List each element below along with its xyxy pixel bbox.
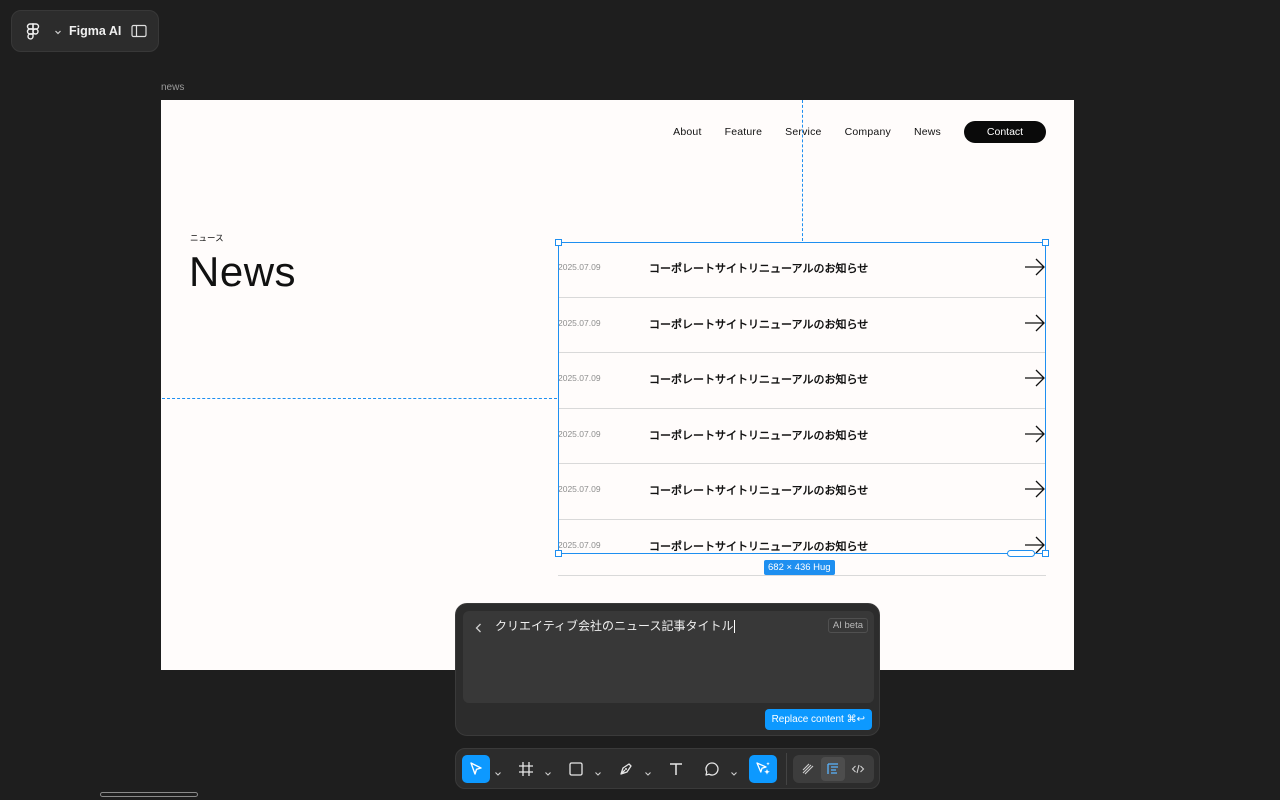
shape-tool-button[interactable]	[562, 755, 590, 783]
spacing-guide-vertical	[802, 100, 803, 241]
ai-sparkle-cursor-icon	[756, 762, 770, 775]
contact-button[interactable]: Contact	[964, 121, 1046, 143]
chevron-down-icon[interactable]	[54, 25, 64, 37]
selection-size-badge: 682 × 436 Hug	[764, 560, 835, 575]
spacing-guide-horizontal	[162, 398, 557, 399]
design-mode-button[interactable]	[821, 757, 845, 781]
toolbar-divider	[786, 753, 787, 785]
resize-handle-top-right[interactable]	[1042, 239, 1049, 246]
chevron-down-icon[interactable]	[644, 765, 652, 776]
text-cursor	[734, 620, 736, 634]
draw-pencil-icon	[802, 763, 814, 775]
app-menu-pill: Figma AI	[11, 10, 159, 52]
frame-label[interactable]: news	[161, 82, 184, 93]
dev-mode-button[interactable]	[846, 757, 870, 781]
chevron-down-icon[interactable]	[544, 765, 552, 776]
ai-prompt-panel: クリエイティブ会社のニュース記事タイトル AI beta Replace con…	[455, 603, 880, 736]
figma-editor: Figma AI news About Feature Service Comp…	[0, 0, 1280, 800]
text-tool-button[interactable]	[662, 755, 690, 783]
chevron-down-icon[interactable]	[594, 765, 602, 776]
resize-handle-bottom-right[interactable]	[1042, 550, 1049, 557]
draw-mode-button[interactable]	[796, 757, 820, 781]
ai-actions-button[interactable]	[749, 755, 777, 783]
move-tool-button[interactable]	[462, 755, 490, 783]
code-brackets-icon	[851, 764, 865, 774]
nav-link-news[interactable]: News	[914, 126, 941, 138]
frame-hash-icon	[519, 762, 533, 776]
bottom-toolbar	[455, 748, 880, 789]
frame-tool-button[interactable]	[512, 755, 540, 783]
site-nav: About Feature Service Company News Conta…	[673, 121, 1046, 143]
ai-prompt-text: クリエイティブ会社のニュース記事タイトル	[495, 619, 734, 633]
nav-link-about[interactable]: About	[673, 126, 701, 138]
pen-nib-icon	[620, 763, 632, 775]
horizontal-scrollbar[interactable]	[100, 792, 198, 797]
ai-prompt-text-row: クリエイティブ会社のニュース記事タイトル	[495, 617, 736, 634]
cursor-arrow-icon	[470, 762, 482, 775]
replace-content-button[interactable]: Replace content ⌘↩	[764, 709, 872, 730]
resize-handle-top-left[interactable]	[555, 239, 562, 246]
hug-resize-handle[interactable]	[1007, 550, 1035, 557]
ai-prompt-input[interactable]: クリエイティブ会社のニュース記事タイトル AI beta	[463, 611, 874, 703]
section-heading: News	[189, 248, 297, 295]
nav-link-company[interactable]: Company	[845, 126, 891, 138]
chevron-down-icon[interactable]	[494, 765, 502, 776]
nav-link-service[interactable]: Service	[785, 126, 821, 138]
selection-box[interactable]	[558, 242, 1046, 554]
sidebar-toggle-icon[interactable]	[131, 24, 147, 38]
comment-tool-button[interactable]	[698, 755, 726, 783]
figma-logo-icon[interactable]	[26, 23, 48, 41]
chevron-left-icon[interactable]	[474, 621, 484, 633]
mode-switcher	[793, 755, 874, 783]
pen-tool-button[interactable]	[612, 755, 640, 783]
text-t-icon	[670, 763, 682, 775]
app-title[interactable]: Figma AI	[69, 24, 121, 38]
chevron-down-icon[interactable]	[730, 765, 738, 776]
nav-link-feature[interactable]: Feature	[725, 126, 763, 138]
ai-beta-badge: AI beta	[827, 618, 868, 633]
rectangle-icon	[569, 762, 583, 776]
resize-handle-bottom-left[interactable]	[555, 550, 562, 557]
comment-bubble-icon	[705, 762, 719, 776]
design-layout-icon	[827, 763, 838, 774]
section-label: ニュース	[190, 233, 224, 243]
